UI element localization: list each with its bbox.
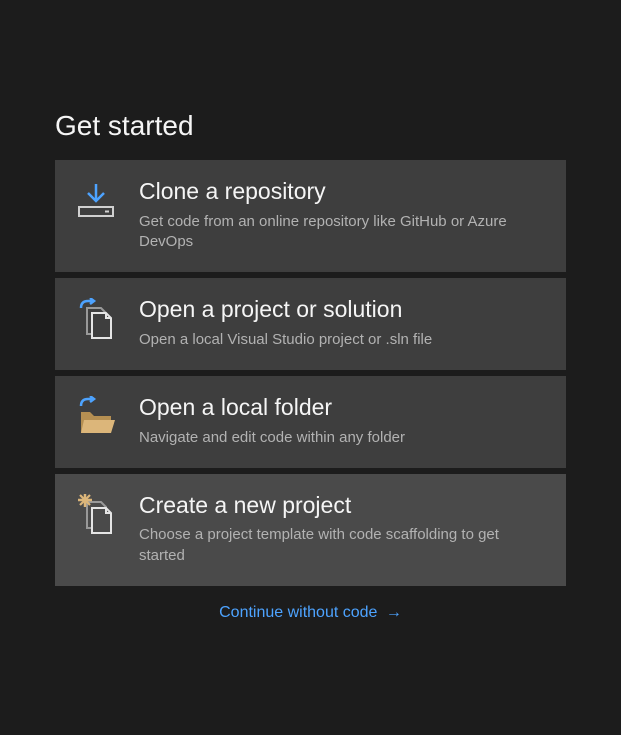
- start-options-list: Clone a repository Get code from an onli…: [55, 160, 566, 586]
- card-description: Choose a project template with code scaf…: [139, 525, 546, 566]
- get-started-panel: Get started Clone a repository Get code …: [0, 0, 621, 622]
- open-folder-icon: [75, 396, 117, 438]
- open-folder-button[interactable]: Open a local folder Navigate and edit co…: [55, 376, 566, 468]
- create-project-button[interactable]: Create a new project Choose a project te…: [55, 474, 566, 586]
- open-project-button[interactable]: Open a project or solution Open a local …: [55, 278, 566, 370]
- continue-label: Continue without code: [219, 604, 377, 621]
- card-title: Open a project or solution: [139, 296, 546, 324]
- card-description: Navigate and edit code within any folder: [139, 428, 546, 448]
- create-project-icon: [75, 494, 117, 536]
- card-description: Get code from an online repository like …: [139, 212, 546, 253]
- card-title: Open a local folder: [139, 394, 546, 422]
- card-description: Open a local Visual Studio project or .s…: [139, 330, 546, 350]
- clone-repository-icon: [75, 180, 117, 222]
- arrow-right-icon: →: [386, 604, 402, 622]
- open-project-icon: [75, 298, 117, 340]
- card-text: Open a project or solution Open a local …: [139, 296, 546, 350]
- card-text: Open a local folder Navigate and edit co…: [139, 394, 546, 448]
- card-text: Create a new project Choose a project te…: [139, 492, 546, 566]
- clone-repository-button[interactable]: Clone a repository Get code from an onli…: [55, 160, 566, 272]
- card-title: Create a new project: [139, 492, 546, 520]
- page-title: Get started: [55, 110, 566, 142]
- card-text: Clone a repository Get code from an onli…: [139, 178, 546, 252]
- card-title: Clone a repository: [139, 178, 546, 206]
- continue-without-code-link[interactable]: Continue without code →: [55, 604, 566, 622]
